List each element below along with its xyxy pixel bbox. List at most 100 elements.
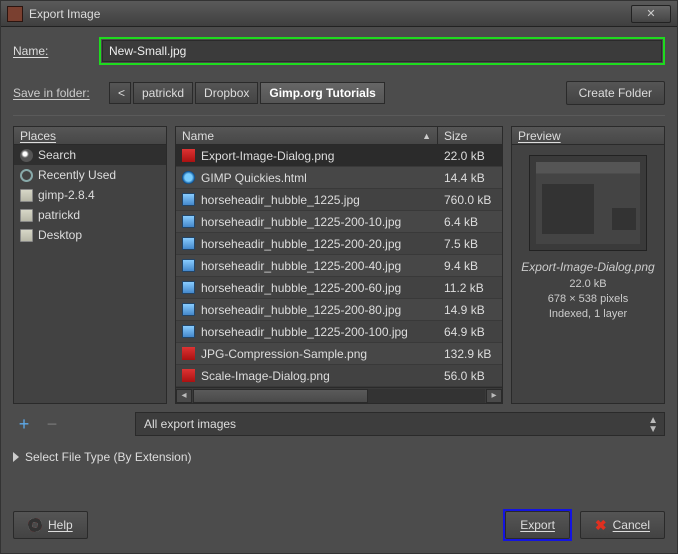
export-image-dialog: { "title": "Export Image", "name_label":… bbox=[0, 0, 678, 554]
file-row[interactable]: horseheadir_hubble_1225-200-60.jpg 11.2 k… bbox=[176, 277, 502, 299]
file-row[interactable]: horseheadir_hubble_1225-200-100.jpg 64.9 … bbox=[176, 321, 502, 343]
file-size: 22.0 kB bbox=[438, 149, 502, 163]
dialog-body: Name: Save in folder: < patrickd Dropbox… bbox=[1, 27, 677, 553]
file-type-icon bbox=[182, 149, 195, 162]
scrollbar-thumb[interactable] bbox=[193, 389, 368, 403]
file-name: horseheadir_hubble_1225-200-100.jpg bbox=[201, 325, 408, 339]
file-name: JPG-Compression-Sample.png bbox=[201, 347, 367, 361]
preview-header: Preview bbox=[512, 127, 664, 145]
places-item[interactable]: gimp-2.8.4 bbox=[14, 185, 166, 205]
column-size-header[interactable]: Size bbox=[438, 127, 502, 144]
file-type-icon bbox=[182, 215, 195, 228]
add-bookmark-button[interactable]: + bbox=[13, 414, 35, 435]
places-item-label: patrickd bbox=[38, 208, 80, 222]
file-type-icon bbox=[182, 325, 195, 338]
file-type-label: Select File Type (By Extension) bbox=[25, 450, 192, 464]
places-item-label: Search bbox=[38, 148, 76, 162]
file-row[interactable]: Export-Image-Dialog.png 22.0 kB bbox=[176, 145, 502, 167]
file-type-icon bbox=[182, 193, 195, 206]
cancel-x-icon: ✖ bbox=[595, 517, 607, 534]
file-size: 14.4 kB bbox=[438, 171, 502, 185]
file-list-panel: Name▲ Size Export-Image-Dialog.png 22.0 k… bbox=[175, 126, 503, 404]
file-type-icon bbox=[182, 303, 195, 316]
file-row[interactable]: GIMP Quickies.html14.4 kB bbox=[176, 167, 502, 189]
preview-dimensions: 678 × 538 pixels bbox=[512, 292, 664, 307]
file-size: 14.9 kB bbox=[438, 303, 502, 317]
file-type-icon bbox=[182, 171, 195, 184]
breadcrumb-gimp-tutorials[interactable]: Gimp.org Tutorials bbox=[260, 82, 384, 104]
file-row[interactable]: Scale-Image-Dialog.png 56.0 kB bbox=[176, 365, 502, 387]
export-button-highlight: Export bbox=[503, 509, 572, 541]
places-item[interactable]: patrickd bbox=[14, 205, 166, 225]
cancel-label: Cancel bbox=[613, 518, 650, 532]
help-label: Help bbox=[48, 518, 73, 532]
folder-icon bbox=[20, 189, 33, 202]
places-panel: Places Search Recently Used gimp-2.8.4 patr… bbox=[13, 126, 167, 404]
folder-icon bbox=[20, 229, 33, 242]
file-size: 64.9 kB bbox=[438, 325, 502, 339]
places-item[interactable]: Search bbox=[14, 145, 166, 165]
create-folder-button[interactable]: Create Folder bbox=[566, 81, 665, 105]
help-icon bbox=[28, 518, 42, 532]
horizontal-scrollbar[interactable]: ◂ ▸ bbox=[176, 387, 502, 403]
column-name-header[interactable]: Name▲ bbox=[176, 127, 438, 144]
preview-size: 22.0 kB bbox=[512, 277, 664, 292]
places-item[interactable]: Desktop bbox=[14, 225, 166, 245]
scroll-left-icon[interactable]: ◂ bbox=[176, 389, 192, 403]
search-icon bbox=[20, 149, 33, 162]
breadcrumb-dropbox[interactable]: Dropbox bbox=[195, 82, 258, 104]
file-type-expander[interactable]: Select File Type (By Extension) bbox=[13, 450, 665, 464]
file-type-icon bbox=[182, 347, 195, 360]
file-row[interactable]: horseheadir_hubble_1225-200-40.jpg9.4 kB bbox=[176, 255, 502, 277]
sort-ascending-icon: ▲ bbox=[422, 131, 431, 141]
file-name: Scale-Image-Dialog.png bbox=[201, 369, 330, 383]
scrollbar-track[interactable] bbox=[193, 389, 485, 403]
file-name: horseheadir_hubble_1225-200-60.jpg bbox=[201, 281, 401, 295]
file-row[interactable]: horseheadir_hubble_1225-200-80.jpg 14.9 k… bbox=[176, 299, 502, 321]
file-size: 132.9 kB bbox=[438, 347, 502, 361]
export-button[interactable]: Export bbox=[505, 511, 570, 539]
file-size: 760.0 kB bbox=[438, 193, 502, 207]
file-filter-value: All export images bbox=[144, 417, 236, 431]
file-type-icon bbox=[182, 237, 195, 250]
filename-input[interactable] bbox=[102, 40, 662, 62]
file-row[interactable]: horseheadir_hubble_1225-200-10.jpg6.4 kB bbox=[176, 211, 502, 233]
file-name: horseheadir_hubble_1225-200-10.jpg bbox=[201, 215, 401, 229]
file-name: horseheadir_hubble_1225-200-20.jpg bbox=[201, 237, 401, 251]
file-type-icon bbox=[182, 281, 195, 294]
breadcrumb-back-button[interactable]: < bbox=[109, 82, 131, 104]
file-filter-combo[interactable]: All export images ▲▼ bbox=[135, 412, 665, 436]
breadcrumb-patrickd[interactable]: patrickd bbox=[133, 82, 193, 104]
places-item-label: Recently Used bbox=[38, 168, 116, 182]
file-size: 9.4 kB bbox=[438, 259, 502, 273]
file-row[interactable]: horseheadir_hubble_1225-200-20.jpg7.5 kB bbox=[176, 233, 502, 255]
cancel-button[interactable]: ✖ Cancel bbox=[580, 511, 665, 539]
file-size: 11.2 kB bbox=[438, 281, 502, 295]
export-label: Export bbox=[520, 518, 555, 532]
window-close-button[interactable]: ✕ bbox=[631, 5, 671, 23]
main-area: Places Search Recently Used gimp-2.8.4 patr… bbox=[13, 126, 665, 404]
places-item[interactable]: Recently Used bbox=[14, 165, 166, 185]
places-item-label: gimp-2.8.4 bbox=[38, 188, 95, 202]
window-title: Export Image bbox=[29, 7, 631, 21]
file-name: horseheadir_hubble_1225.jpg bbox=[201, 193, 360, 207]
file-row[interactable]: horseheadir_hubble_1225.jpg 760.0 kB bbox=[176, 189, 502, 211]
file-size: 56.0 kB bbox=[438, 369, 502, 383]
file-name: Export-Image-Dialog.png bbox=[201, 149, 334, 163]
places-header: Places bbox=[14, 127, 166, 145]
app-icon bbox=[7, 6, 23, 22]
folder-icon bbox=[20, 209, 33, 222]
name-label: Name: bbox=[13, 44, 99, 58]
file-list[interactable]: Export-Image-Dialog.png 22.0 kB GIMP Quick… bbox=[176, 145, 502, 387]
scroll-right-icon[interactable]: ▸ bbox=[486, 389, 502, 403]
titlebar: Export Image ✕ bbox=[1, 1, 677, 27]
name-input-highlight bbox=[99, 37, 665, 65]
help-button[interactable]: Help bbox=[13, 511, 88, 539]
file-name: horseheadir_hubble_1225-200-80.jpg bbox=[201, 303, 401, 317]
save-folder-label: Save in folder: bbox=[13, 86, 109, 100]
save-folder-row: Save in folder: < patrickd Dropbox Gimp.… bbox=[13, 81, 665, 105]
preview-panel: Preview Export-Image-Dialog.png 22.0 kB … bbox=[511, 126, 665, 404]
file-type-icon bbox=[182, 369, 195, 382]
file-row[interactable]: JPG-Compression-Sample.png 132.9 kB bbox=[176, 343, 502, 365]
name-row: Name: bbox=[13, 37, 665, 65]
